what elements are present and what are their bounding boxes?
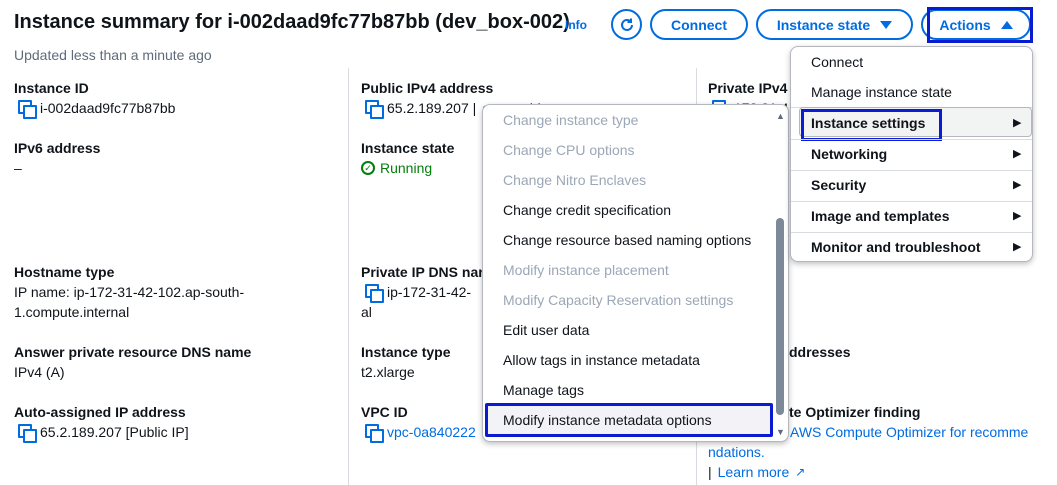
actions-button[interactable]: Actions [921, 9, 1031, 40]
menu-item-edit-user-data[interactable]: Edit user data [503, 320, 589, 340]
copy-icon[interactable] [18, 100, 37, 119]
instance-settings-highlight-box [801, 109, 942, 141]
optimizer-link[interactable]: AWS Compute Optimizer for recomme [790, 422, 1028, 442]
page-title: Instance summary for i-002daad9fc77b87bb… [14, 11, 570, 33]
menu-item-manage-tags[interactable]: Manage tags [503, 380, 584, 400]
check-circle-icon: ✓ [361, 161, 375, 175]
field-label: Answer private resource DNS name [14, 344, 252, 360]
hostname-type-line2: 1.compute.internal [14, 304, 130, 320]
instance-state-button[interactable]: Instance state [756, 9, 913, 40]
connect-button[interactable]: Connect [650, 9, 748, 40]
private-ip-dns-line2: al [361, 304, 372, 320]
instance-state-label: Instance state [776, 16, 871, 33]
ipv6-field: IPv6 address – [14, 138, 100, 178]
menu-item-change-resource-naming[interactable]: Change resource based naming options [503, 230, 751, 250]
caret-up-icon [1000, 20, 1013, 29]
menu-item-change-credit-specification[interactable]: Change credit specification [503, 200, 671, 220]
optimizer-field: te Optimizer finding [789, 402, 920, 422]
menu-item-image-templates[interactable]: Image and templates [811, 206, 950, 226]
public-ipv4-value: 65.2.189.207 | [387, 100, 477, 116]
instance-id-field: Instance ID i-002daad9fc77b87bb [14, 78, 176, 119]
submenu-arrow-icon: ▶ [1013, 241, 1022, 253]
menu-item-modify-capacity-reservation: Modify Capacity Reservation settings [503, 292, 734, 308]
submenu-arrow-icon: ▶ [1013, 117, 1022, 129]
menu-item-monitor-troubleshoot[interactable]: Monitor and troubleshoot [811, 237, 981, 257]
field-label: Private IP DNS nar [361, 264, 484, 280]
scroll-down-arrow-icon[interactable]: ▼ [776, 427, 785, 437]
field-label: IPv6 address [14, 140, 101, 156]
menu-divider [791, 139, 1032, 140]
refresh-button[interactable] [611, 9, 642, 40]
field-label: Instance ID [14, 80, 89, 96]
menu-item-change-cpu-options: Change CPU options [503, 142, 635, 158]
instance-state-value: Running [380, 160, 433, 176]
menu-item-modify-instance-placement: Modify instance placement [503, 262, 669, 278]
field-label: te Optimizer finding [789, 404, 921, 420]
copy-icon[interactable] [365, 424, 384, 443]
external-link-icon: ↗ [795, 465, 806, 479]
instance-id-value: i-002daad9fc77b87bb [40, 100, 176, 116]
ipv6-value: – [14, 160, 22, 176]
actions-dropdown-menu: Connect Manage instance state Instance s… [790, 46, 1033, 262]
copy-icon[interactable] [18, 424, 37, 443]
instance-settings-submenu: Change instance type Change CPU options … [482, 104, 789, 442]
menu-item-networking[interactable]: Networking [811, 144, 887, 164]
submenu-arrow-icon: ▶ [1013, 210, 1022, 222]
refresh-icon [620, 18, 633, 31]
field-label: Instance state [361, 140, 455, 156]
menu-item-security[interactable]: Security [811, 175, 866, 195]
field-label: Hostname type [14, 264, 115, 280]
column-divider [348, 68, 349, 485]
caret-down-icon [880, 20, 893, 29]
submenu-arrow-icon: ▶ [1013, 148, 1022, 160]
instance-state-field: Instance state ✓ Running [361, 138, 454, 178]
hostname-type-field: Hostname type IP name: ip-172-31-42-102.… [14, 262, 244, 322]
answer-dns-field: Answer private resource DNS name IPv4 (A… [14, 342, 251, 382]
menu-item-manage-instance-state[interactable]: Manage instance state [811, 82, 952, 102]
field-label: Auto-assigned IP address [14, 404, 186, 420]
field-label: Public IPv4 address [361, 80, 494, 96]
menu-divider [791, 170, 1032, 171]
private-ip-dns-field: Private IP DNS nar ip-172-31-42- al [361, 262, 484, 322]
field-label: Instance type [361, 344, 451, 360]
info-link[interactable]: Info [565, 18, 587, 32]
menu-item-change-instance-type: Change instance type [503, 112, 639, 128]
scrollbar-thumb[interactable] [776, 218, 784, 415]
hostname-type-line1: IP name: ip-172-31-42-102.ap-south- [14, 284, 245, 300]
private-ip-dns-line1: ip-172-31-42- [387, 284, 472, 300]
menu-divider [791, 232, 1032, 233]
field-label: Private IPv4 [708, 80, 788, 96]
field-label: VPC ID [361, 404, 408, 420]
auto-ip-field: Auto-assigned IP address 65.2.189.207 [P… [14, 402, 189, 443]
instance-type-value: t2.xlarge [361, 364, 415, 380]
answer-dns-value: IPv4 (A) [14, 364, 65, 380]
copy-icon[interactable] [365, 100, 384, 119]
submenu-arrow-icon: ▶ [1013, 179, 1022, 191]
updated-timestamp: Updated less than a minute ago [14, 47, 212, 63]
vpc-id-field: VPC ID vpc-0a840222 [361, 402, 476, 443]
optimizer-link-cont[interactable]: ndations. [708, 442, 765, 462]
learn-more-link[interactable]: Learn more [718, 462, 790, 482]
instance-type-field: Instance type t2.xlarge [361, 342, 450, 382]
menu-divider [791, 201, 1032, 202]
actions-label: Actions [939, 16, 991, 33]
addresses-field: ddresses [789, 342, 850, 362]
auto-ip-value: 65.2.189.207 [Public IP] [40, 424, 189, 440]
connect-button-label: Connect [671, 16, 727, 33]
vpc-id-link[interactable]: vpc-0a840222 [387, 422, 476, 442]
menu-item-allow-tags-metadata[interactable]: Allow tags in instance metadata [503, 350, 700, 370]
field-label: ddresses [789, 344, 851, 360]
scroll-up-arrow-icon[interactable]: ▲ [776, 111, 785, 121]
menu-item-modify-metadata-options[interactable]: Modify instance metadata options [503, 410, 712, 430]
menu-item-change-nitro-enclaves: Change Nitro Enclaves [503, 172, 647, 188]
menu-item-connect[interactable]: Connect [811, 52, 863, 72]
copy-icon[interactable] [365, 284, 384, 303]
